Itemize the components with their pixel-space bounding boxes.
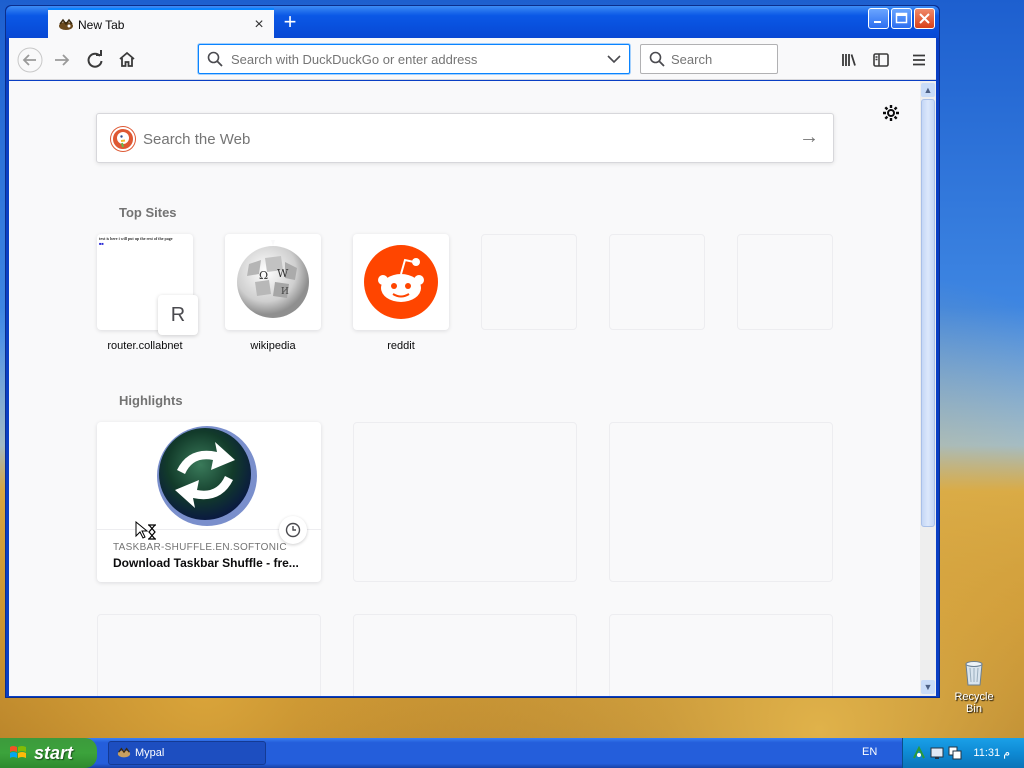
vertical-scrollbar[interactable]: ▲ ▼ xyxy=(920,81,936,696)
taskbar: start Mypal EN 11:31 م xyxy=(0,738,1024,768)
recycle-bin-icon xyxy=(965,661,983,686)
new-tab-page: → Top Sites text is here i will put up t… xyxy=(9,81,920,696)
gear-icon[interactable] xyxy=(881,103,901,129)
highlight-empty-slot xyxy=(353,422,577,582)
start-button[interactable]: start xyxy=(0,738,97,768)
chevron-down-icon[interactable] xyxy=(607,54,621,64)
window-controls xyxy=(868,8,935,29)
highlight-empty-slot xyxy=(609,422,833,582)
reload-icon xyxy=(87,50,103,68)
minimize-button[interactable] xyxy=(868,8,889,29)
hamburger-menu-icon xyxy=(913,54,925,66)
search-input[interactable] xyxy=(671,45,771,73)
search-icon xyxy=(207,51,223,67)
back-arrow-icon xyxy=(17,47,43,73)
back-button[interactable] xyxy=(17,47,43,73)
maximize-icon xyxy=(895,12,908,24)
maximize-button[interactable] xyxy=(891,8,912,29)
network-icon[interactable] xyxy=(911,745,927,761)
recycle-bin-label: Recycle Bin xyxy=(954,691,994,715)
top-site-label-reddit: reddit xyxy=(387,340,415,352)
home-icon xyxy=(119,51,135,67)
top-site-wikipedia[interactable]: Ω W И xyxy=(225,234,321,330)
sidebar-icon xyxy=(873,53,889,67)
web-search-input[interactable] xyxy=(143,126,763,152)
highlight-card-source: TASKBAR-SHUFFLE.EN.SOFTONIC xyxy=(113,542,287,553)
scroll-down-arrow-icon[interactable]: ▼ xyxy=(921,680,935,694)
taskbar-item-label: Mypal xyxy=(135,747,165,759)
taskbar-item-mypal[interactable]: Mypal xyxy=(108,741,266,765)
reddit-logo-icon xyxy=(364,245,438,319)
new-tab-button[interactable]: + xyxy=(278,9,302,35)
windows-flag-icon xyxy=(10,746,26,758)
recycle-bin[interactable]: Recycle Bin xyxy=(946,656,1002,715)
top-site-label-wikipedia: wikipedia xyxy=(250,340,296,352)
tab-new-tab[interactable]: New Tab × xyxy=(48,8,274,40)
scroll-up-arrow-icon[interactable]: ▲ xyxy=(921,83,935,97)
system-clock[interactable]: 11:31 م xyxy=(973,746,1010,759)
busy-cursor-icon xyxy=(135,521,156,540)
svg-text:Ω: Ω xyxy=(259,269,268,282)
library-icon xyxy=(842,54,856,66)
browser-window: New Tab × + Search with DuckDuckGo or en… xyxy=(5,5,940,698)
top-site-empty-slot xyxy=(481,234,577,330)
highlight-card-title: Download Taskbar Shuffle - fre... xyxy=(113,556,299,570)
highlight-empty-slot xyxy=(353,614,577,696)
mypal-app-icon xyxy=(117,747,131,758)
scrollbar-thumb[interactable] xyxy=(921,99,935,527)
router-tile-letter: R xyxy=(158,295,198,335)
search-submit-arrow-icon[interactable]: → xyxy=(799,126,819,149)
search-icon xyxy=(649,51,665,67)
url-bar[interactable] xyxy=(198,44,630,74)
menu-button[interactable] xyxy=(906,47,932,73)
nav-toolbar xyxy=(9,38,936,80)
language-indicator[interactable]: EN xyxy=(862,746,877,758)
close-icon xyxy=(919,13,930,24)
svg-text:W: W xyxy=(277,267,289,280)
url-input[interactable] xyxy=(231,45,601,73)
minimize-icon xyxy=(874,21,881,23)
windows-switch-icon[interactable] xyxy=(947,745,963,761)
mypal-tab-icon xyxy=(59,18,73,30)
start-label: start xyxy=(34,743,74,763)
wikipedia-globe-icon: Ω W И xyxy=(237,240,309,318)
home-button[interactable] xyxy=(114,47,140,73)
svg-text:И: И xyxy=(281,287,289,297)
top-sites-title: Top Sites xyxy=(119,205,177,220)
duckduckgo-logo-icon xyxy=(111,127,135,151)
reload-button[interactable] xyxy=(82,47,108,73)
top-site-router[interactable]: text is here i will put up the rest of t… xyxy=(97,234,198,335)
top-site-label-router: router.collabnet xyxy=(107,340,183,352)
highlight-card-image xyxy=(97,422,321,530)
tab-close-button[interactable]: × xyxy=(250,16,268,34)
top-site-empty-slot xyxy=(737,234,833,330)
web-search-box[interactable]: → xyxy=(96,113,834,163)
clock-icon xyxy=(279,516,307,544)
taskbar-shuffle-logo-icon xyxy=(157,426,257,526)
system-tray: 11:31 م xyxy=(902,738,1024,768)
highlight-empty-slot xyxy=(97,614,321,696)
search-bar[interactable] xyxy=(640,44,778,74)
sidebar-button[interactable] xyxy=(868,47,894,73)
highlight-card[interactable]: TASKBAR-SHUFFLE.EN.SOFTONIC Download Tas… xyxy=(97,422,321,582)
top-site-reddit[interactable] xyxy=(353,234,449,330)
forward-arrow-icon xyxy=(55,54,70,66)
highlight-empty-slot xyxy=(609,614,833,696)
close-window-button[interactable] xyxy=(914,8,935,29)
tab-title: New Tab xyxy=(78,18,125,32)
monitor-icon[interactable] xyxy=(929,745,945,761)
library-button[interactable] xyxy=(836,47,862,73)
highlights-title: Highlights xyxy=(119,393,183,408)
forward-button[interactable] xyxy=(49,47,75,73)
top-site-empty-slot xyxy=(609,234,705,330)
